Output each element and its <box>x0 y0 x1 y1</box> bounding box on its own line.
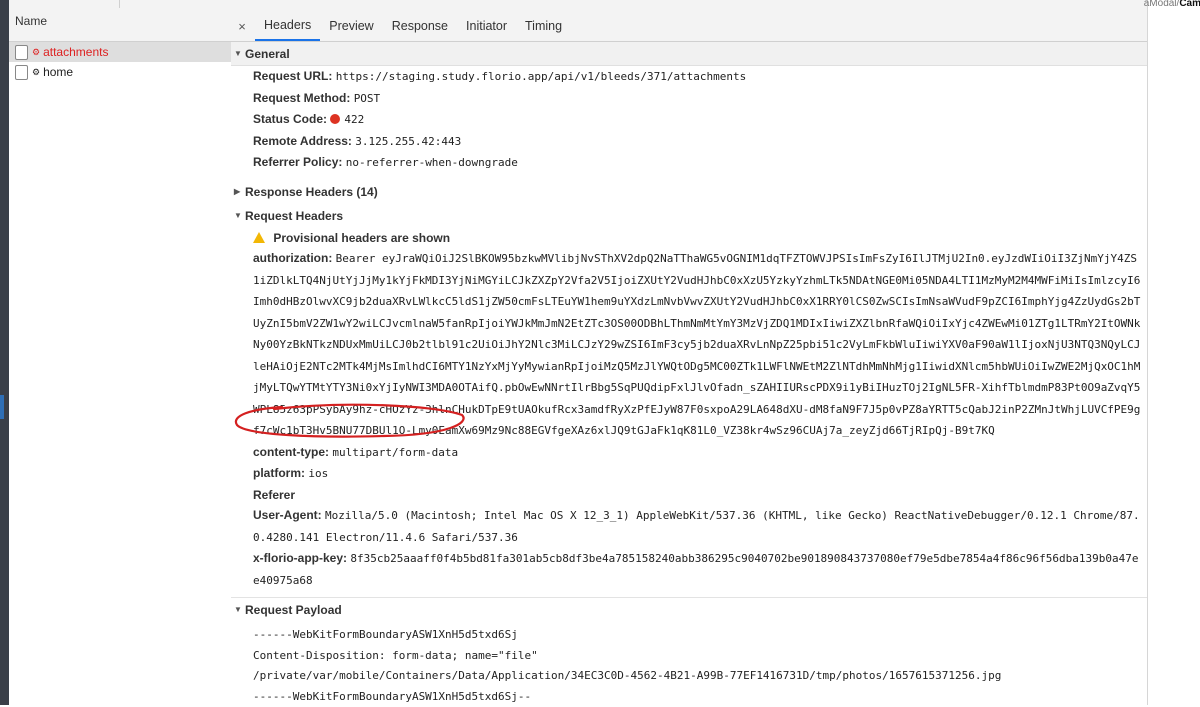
remote-address-row: Remote Address: 3.125.255.42:443 <box>231 131 1147 153</box>
expanded-triangle-icon: ▼ <box>234 49 244 58</box>
request-details-panel: × Headers Preview Response Initiator Tim… <box>231 0 1147 705</box>
left-edge-strip <box>0 0 9 705</box>
request-method-value: POST <box>354 92 381 105</box>
tab-timing[interactable]: Timing <box>516 11 571 41</box>
referrer-policy-value: no-referrer-when-downgrade <box>346 156 518 169</box>
expanded-triangle-icon: ▼ <box>234 605 244 614</box>
status-code-key: Status Code: <box>253 112 327 126</box>
status-code-value: 422 <box>344 113 364 126</box>
remote-address-key: Remote Address: <box>253 134 352 148</box>
request-row-home[interactable]: ⚙ home <box>9 62 231 82</box>
row-checkbox[interactable] <box>15 65 28 80</box>
platform-row: platform: ios <box>231 463 1147 485</box>
section-request-headers[interactable]: ▼ Request Headers <box>231 204 1147 228</box>
code-fragment-bold: Cam <box>1179 0 1200 9</box>
provisional-text: Provisional headers are shown <box>273 231 450 245</box>
referer-row: Referer <box>231 485 1147 506</box>
status-error-icon <box>330 114 340 124</box>
payload-line: ------WebKitFormBoundaryASW1XnH5d5txd6Sj <box>231 625 1147 646</box>
xhr-icon: ⚙ <box>32 47 40 58</box>
user-agent-value: Mozilla/5.0 (Macintosh; Intel Mac OS X 1… <box>253 509 1140 544</box>
payload-line: Content-Disposition: form-data; name="fi… <box>231 646 1147 667</box>
user-agent-key: User-Agent: <box>253 508 322 522</box>
request-row-attachments[interactable]: ⚙ attachments <box>9 42 231 62</box>
payload-line: ------WebKitFormBoundaryASW1XnH5d5txd6Sj… <box>231 687 1147 707</box>
collapsed-triangle-icon: ▶ <box>234 187 244 196</box>
payload-line: /private/var/mobile/Containers/Data/Appl… <box>231 666 1147 687</box>
close-icon[interactable]: × <box>235 11 249 41</box>
request-url-value: https://staging.study.florio.app/api/v1/… <box>336 70 747 83</box>
xhr-icon: ⚙ <box>32 67 40 78</box>
request-payload-title: Request Payload <box>245 603 342 617</box>
warning-icon <box>253 232 265 243</box>
content-type-key: content-type: <box>253 445 329 459</box>
authorization-value: Bearer eyJraWQiOiJ2SlBKOW95bzkwMVlibjNvS… <box>253 252 1140 437</box>
selection-marker <box>0 395 4 419</box>
provisional-warning: Provisional headers are shown <box>231 228 1147 249</box>
section-general-title: General <box>245 47 290 61</box>
right-editor-edge: aModal/Cam <box>1147 0 1200 705</box>
request-url-key: Request URL: <box>253 69 332 83</box>
referer-key: Referer <box>253 488 295 502</box>
app-key-value: 8f35cb25aaaff0f4b5bd81fa301ab5cb8df3be4a… <box>253 552 1138 587</box>
status-code-row: Status Code: 422 <box>231 109 1147 131</box>
app-key-key: x-florio-app-key: <box>253 551 347 565</box>
row-checkbox[interactable] <box>15 45 28 60</box>
referrer-policy-row: Referrer Policy: no-referrer-when-downgr… <box>231 152 1147 174</box>
details-tabbar: × Headers Preview Response Initiator Tim… <box>231 0 1147 42</box>
request-name: home <box>43 65 73 79</box>
user-agent-row: User-Agent: Mozilla/5.0 (Macintosh; Inte… <box>231 505 1147 548</box>
remote-address-value: 3.125.255.42:443 <box>355 135 461 148</box>
code-fragment-prefix: aModal/ <box>1144 0 1180 9</box>
content-type-value: multipart/form-data <box>332 446 458 459</box>
response-headers-title: Response Headers (14) <box>245 185 378 199</box>
request-method-row: Request Method: POST <box>231 88 1147 110</box>
section-request-payload[interactable]: ▼ Request Payload <box>231 597 1147 621</box>
grid-divider <box>119 0 120 8</box>
platform-value: ios <box>308 467 328 480</box>
tab-response[interactable]: Response <box>383 11 457 41</box>
tab-initiator[interactable]: Initiator <box>457 11 516 41</box>
request-list-panel: Name ⚙ attachments ⚙ home <box>9 0 232 705</box>
expanded-triangle-icon: ▼ <box>234 211 244 220</box>
platform-key: platform: <box>253 466 305 480</box>
name-column-header[interactable]: Name <box>9 0 231 42</box>
request-headers-title: Request Headers <box>245 209 343 223</box>
code-fragment: aModal/Cam <box>1144 0 1200 9</box>
authorization-key: authorization: <box>253 251 332 265</box>
tab-preview[interactable]: Preview <box>320 11 382 41</box>
referrer-policy-key: Referrer Policy: <box>253 155 342 169</box>
request-method-key: Request Method: <box>253 91 350 105</box>
request-url-row: Request URL: https://staging.study.flori… <box>231 66 1147 88</box>
section-response-headers[interactable]: ▶ Response Headers (14) <box>231 180 1147 204</box>
content-type-row: content-type: multipart/form-data <box>231 442 1147 464</box>
app-key-row: x-florio-app-key: 8f35cb25aaaff0f4b5bd81… <box>231 548 1147 591</box>
authorization-row: authorization: Bearer eyJraWQiOiJ2SlBKOW… <box>231 248 1147 442</box>
request-name: attachments <box>43 45 108 59</box>
section-general[interactable]: ▼ General <box>231 42 1147 66</box>
tab-headers[interactable]: Headers <box>255 11 320 41</box>
name-header-label: Name <box>15 14 47 28</box>
